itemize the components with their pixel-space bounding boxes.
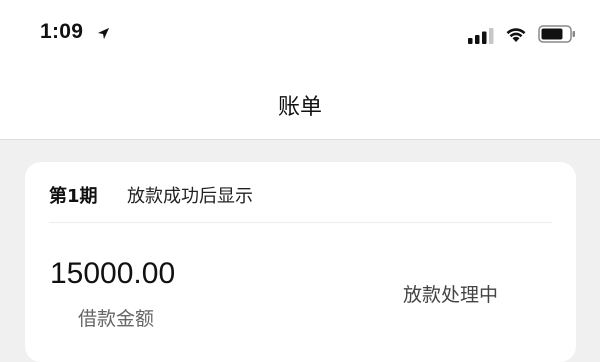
page-title: 账单 (277, 95, 322, 120)
status-time: 1:09 (40, 20, 84, 43)
battery-icon (538, 25, 575, 43)
bill-card[interactable]: 第1期 放款成功后显示 15000.00 借款金额 放款处理中 (25, 162, 576, 362)
location-arrow-icon (97, 27, 110, 40)
loan-status: 放款处理中 (403, 284, 499, 306)
bill-period-note: 放款成功后显示 (127, 186, 253, 207)
wifi-icon (506, 28, 526, 42)
loan-amount-label: 借款金额 (78, 308, 155, 330)
cellular-signal-icon (468, 28, 494, 44)
status-bar: 1:09 (0, 0, 600, 70)
bill-period: 第1期 (49, 186, 98, 207)
divider (49, 222, 552, 223)
loan-amount: 15000.00 (50, 257, 176, 290)
nav-bar: 账单 (0, 70, 600, 140)
